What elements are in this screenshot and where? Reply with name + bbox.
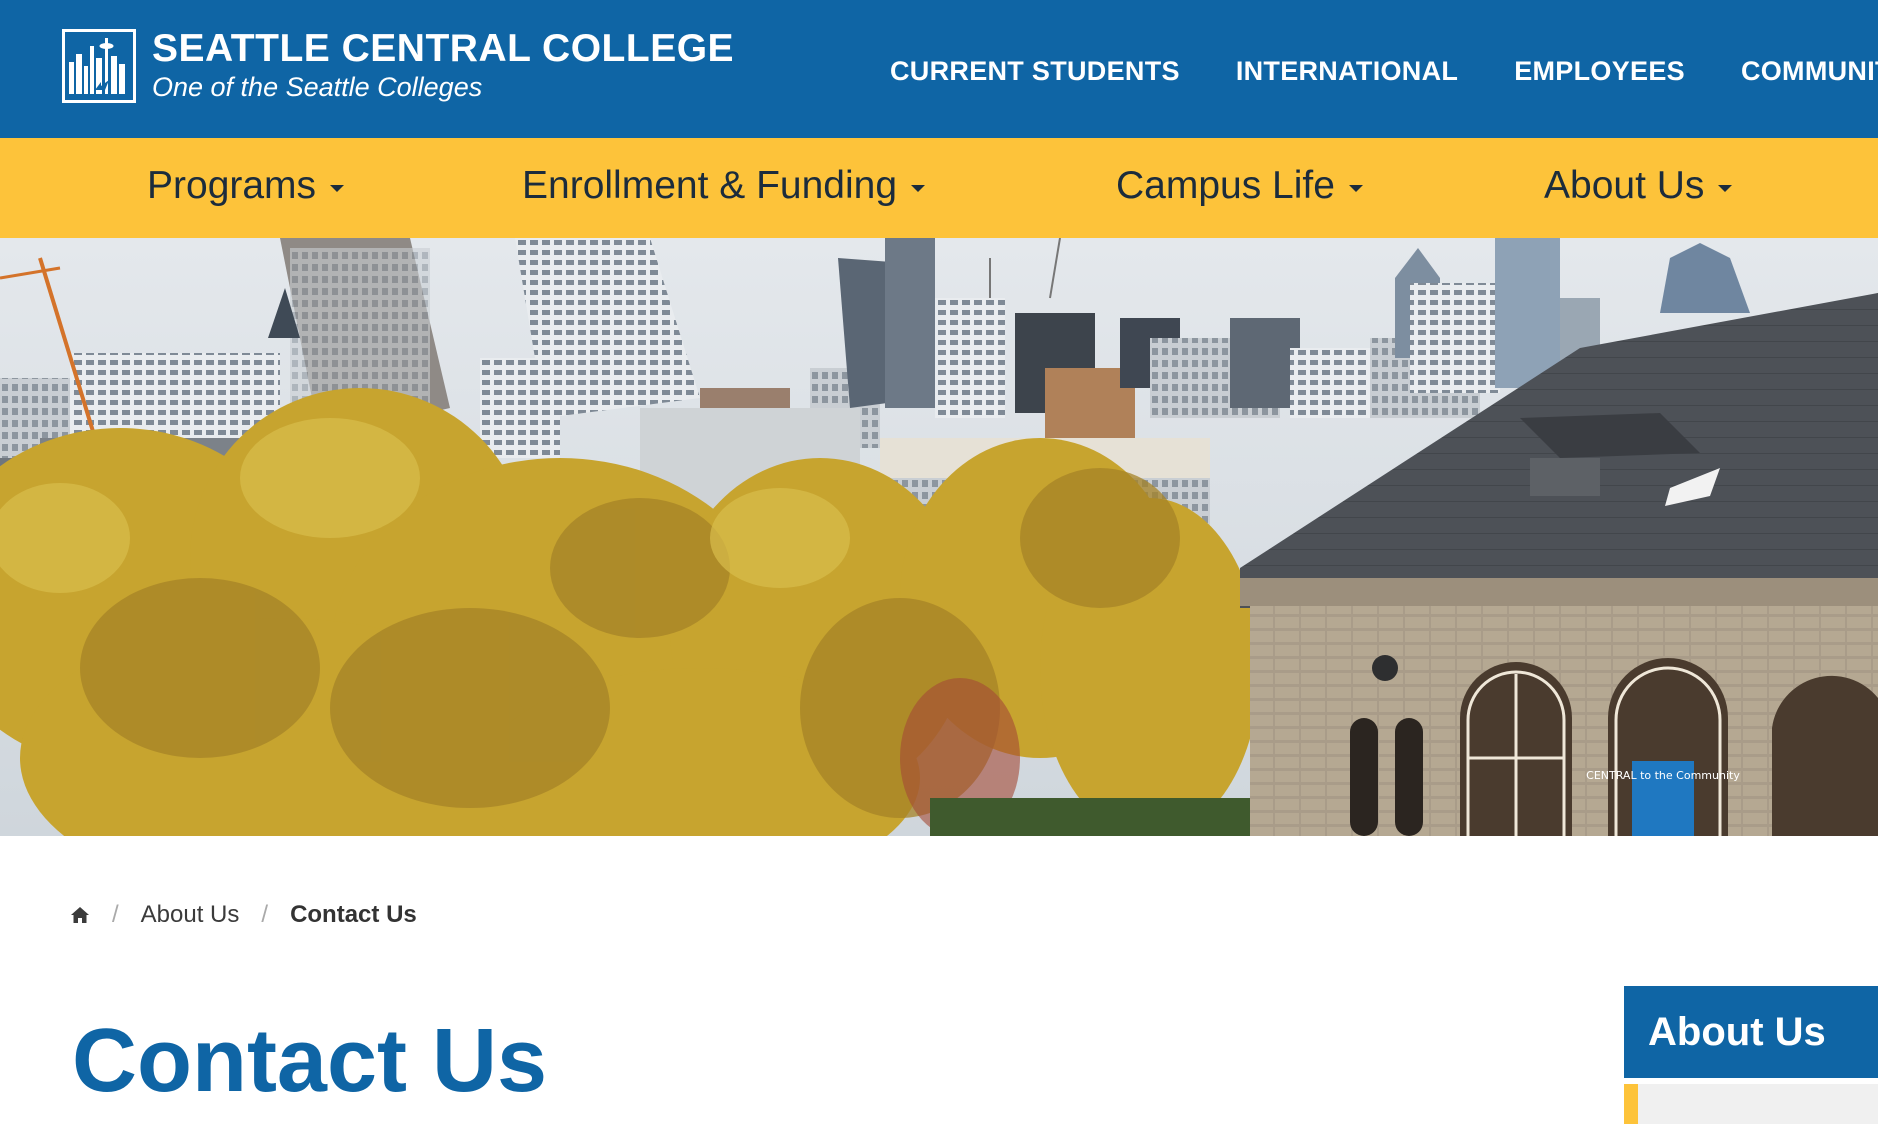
site-header: SEATTLE CENTRAL COLLEGE One of the Seatt… [0,0,1878,138]
page-title: Contact Us [72,1011,548,1111]
college-tagline: One of the Seattle Colleges [152,72,483,102]
sidebar-heading[interactable]: About Us [1624,986,1878,1078]
nav-enrollment-label: Enrollment & Funding [522,164,898,207]
main-nav: Programs Enrollment & Funding Campus Lif… [0,138,1878,238]
college-name: SEATTLE CENTRAL COLLEGE [152,27,735,70]
chevron-down-icon [1348,184,1363,192]
breadcrumb: / About Us / Contact Us [70,898,417,932]
nav-international[interactable]: INTERNATIONAL [1236,56,1458,92]
nav-about-us-label: About Us [1544,164,1705,207]
nav-current-students[interactable]: CURRENT STUDENTS [890,56,1180,92]
nav-community[interactable]: COMMUNITY [1741,56,1878,92]
nav-about-us[interactable]: About Us [1544,164,1733,208]
nav-programs-label: Programs [147,164,317,207]
hero-image: CENTRAL to the Community [0,238,1878,836]
nav-campus-life[interactable]: Campus Life [1116,164,1363,208]
breadcrumb-separator: / [112,901,119,928]
nav-employees[interactable]: EMPLOYEES [1514,56,1685,92]
sidebar-item[interactable] [1624,1084,1878,1124]
nav-enrollment-funding[interactable]: Enrollment & Funding [522,164,926,208]
nav-campus-life-label: Campus Life [1116,164,1335,207]
audience-nav: CURRENT STUDENTS INTERNATIONAL EMPLOYEES… [890,56,1878,92]
breadcrumb-current: Contact Us [290,901,417,928]
breadcrumb-separator: / [261,901,269,928]
chevron-down-icon [1718,184,1733,192]
nav-programs[interactable]: Programs [147,164,345,208]
breadcrumb-about-us[interactable]: About Us [141,901,240,929]
banner-text: CENTRAL to the Community [1586,769,1740,782]
home-icon[interactable] [70,905,90,925]
chevron-down-icon [330,184,345,192]
chevron-down-icon [911,184,926,192]
skyline-logo-icon [62,29,136,103]
college-logo[interactable]: SEATTLE CENTRAL COLLEGE One of the Seatt… [62,26,734,106]
seattle-skyline-campus-photo: CENTRAL to the Community [0,238,1878,836]
